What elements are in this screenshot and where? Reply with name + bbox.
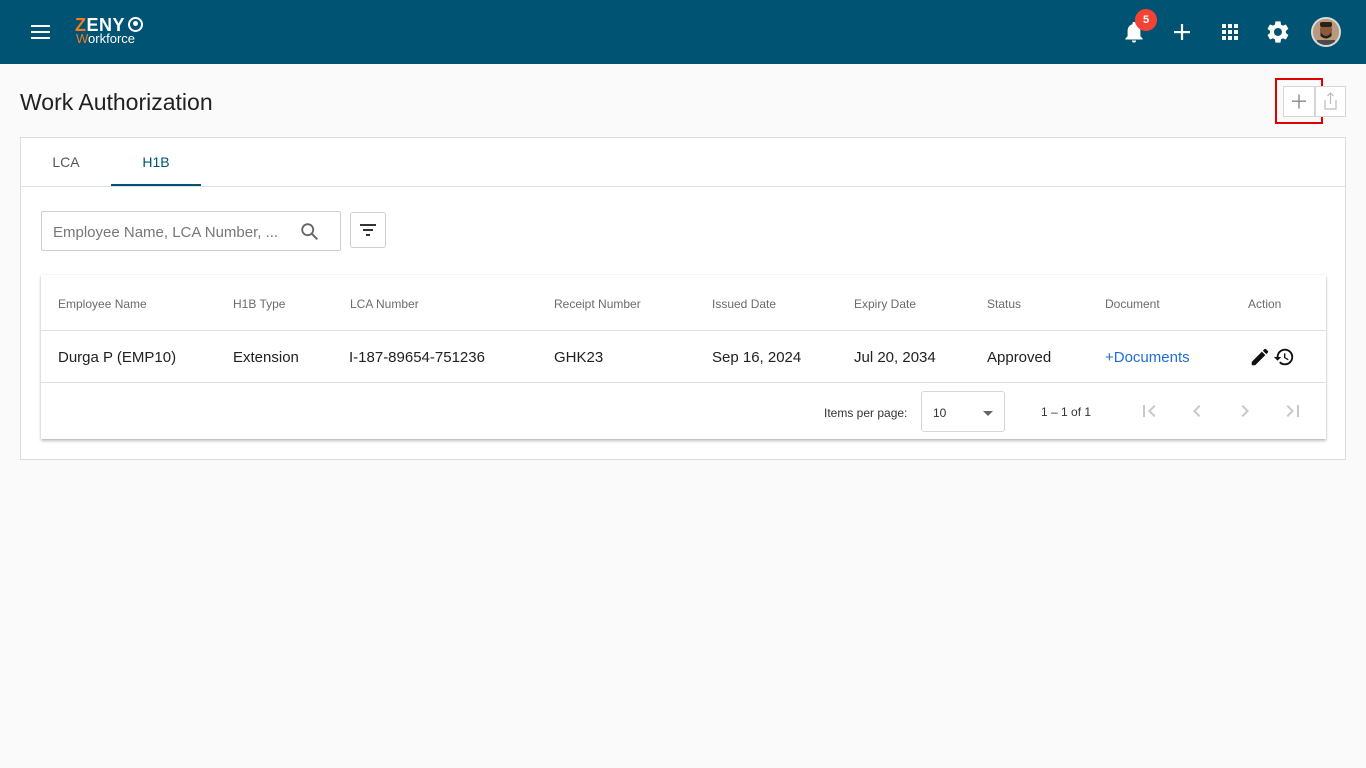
items-per-page-select[interactable]: 10 — [921, 391, 1005, 432]
avatar[interactable] — [1311, 17, 1341, 47]
items-per-page-value: 10 — [933, 406, 947, 420]
column-header[interactable]: Employee Name — [58, 297, 147, 311]
cell-expiry-date: Jul 20, 2034 — [854, 349, 936, 366]
logo-subtitle: Workforce — [76, 31, 136, 46]
gear-icon[interactable] — [1262, 16, 1294, 48]
tab-lca[interactable]: LCA — [21, 138, 111, 187]
column-header[interactable]: Status — [987, 297, 1021, 311]
apps-icon[interactable] — [1214, 16, 1246, 48]
upload-icon — [1324, 92, 1337, 110]
logo-person-icon — [128, 17, 143, 32]
cell-receipt-number: GHK23 — [554, 349, 604, 366]
table-row[interactable]: Durga P (EMP10) Extension I-187-89654-75… — [41, 331, 1326, 383]
first-page-icon[interactable] — [1137, 399, 1161, 423]
app-logo[interactable]: ZENY Workforce — [75, 15, 155, 49]
chevron-down-icon — [983, 411, 993, 416]
work-authorization-card: LCA H1B Employee Name, LCA Number, ... E… — [20, 137, 1346, 460]
column-header[interactable]: Expiry Date — [854, 297, 916, 311]
plus-icon[interactable] — [1166, 16, 1198, 48]
column-header[interactable]: LCA Number — [350, 297, 419, 311]
cell-lca-number: I-187-89654-751236 — [349, 349, 485, 366]
column-header: Document — [1105, 297, 1160, 311]
column-header[interactable]: H1B Type — [233, 297, 285, 311]
h1b-table: Employee Name H1B Type LCA Number Receip… — [41, 275, 1326, 439]
top-app-bar: ZENY Workforce 5 — [0, 0, 1366, 64]
items-per-page-label: Items per page: — [824, 406, 908, 420]
next-page-icon[interactable] — [1233, 399, 1257, 423]
page-title: Work Authorization — [20, 89, 213, 115]
export-button[interactable] — [1315, 86, 1346, 117]
cell-employee-name: Durga P (EMP10) — [58, 349, 177, 366]
last-page-icon[interactable] — [1281, 399, 1305, 423]
history-icon[interactable] — [1273, 346, 1295, 368]
cell-status: Approved — [987, 349, 1052, 366]
search-input[interactable]: Employee Name, LCA Number, ... — [41, 211, 341, 251]
tab-h1b[interactable]: H1B — [111, 138, 201, 187]
column-header[interactable]: Receipt Number — [554, 297, 641, 311]
paginator: Items per page: 10 1 – 1 of 1 — [41, 383, 1326, 439]
previous-page-icon[interactable] — [1185, 399, 1209, 423]
menu-icon[interactable] — [22, 18, 58, 46]
documents-link[interactable]: +Documents — [1105, 349, 1190, 366]
column-header[interactable]: Issued Date — [712, 297, 776, 311]
filter-button[interactable] — [350, 212, 386, 248]
search-icon — [301, 223, 319, 241]
column-header: Action — [1248, 297, 1282, 311]
notification-badge: 5 — [1135, 9, 1157, 31]
tab-bar: LCA H1B — [21, 138, 1345, 187]
cell-h1b-type: Extension — [233, 349, 299, 366]
filter-icon — [360, 224, 376, 236]
page-range-label: 1 – 1 of 1 — [1041, 405, 1092, 419]
edit-icon[interactable] — [1249, 346, 1271, 368]
cell-issued-date: Sep 16, 2024 — [712, 349, 802, 366]
active-tab-indicator — [111, 184, 201, 186]
table-header: Employee Name H1B Type LCA Number Receip… — [41, 275, 1326, 331]
search-placeholder: Employee Name, LCA Number, ... — [53, 224, 279, 241]
